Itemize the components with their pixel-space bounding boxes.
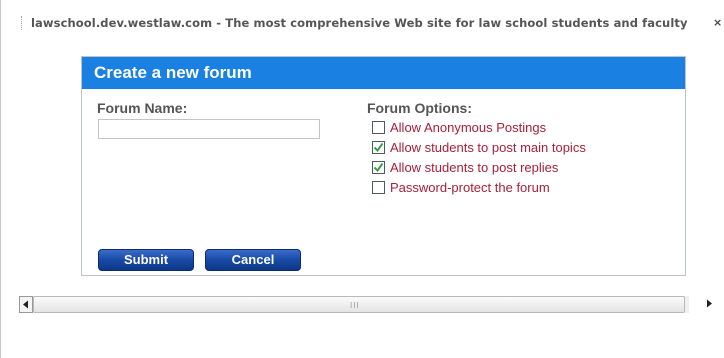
cancel-button[interactable]: Cancel bbox=[205, 249, 301, 271]
option-label: Allow Anonymous Postings bbox=[390, 120, 547, 135]
checkbox-allow-students-post-replies[interactable] bbox=[372, 161, 385, 174]
option-label: Password-protect the forum bbox=[390, 180, 550, 195]
option-label: Allow students to post replies bbox=[390, 160, 559, 175]
scroll-left-button[interactable] bbox=[19, 296, 33, 313]
panel-title: Create a new forum bbox=[94, 63, 252, 82]
checkbox-allow-anonymous-postings[interactable] bbox=[372, 121, 385, 134]
browser-window: lawschool.dev.westlaw.com - The most com… bbox=[0, 0, 724, 358]
checkbox-password-protect-forum[interactable] bbox=[372, 181, 385, 194]
scroll-thumb-grip: III bbox=[350, 301, 360, 310]
scroll-right-button[interactable] bbox=[703, 296, 717, 313]
chevron-right-icon bbox=[707, 299, 712, 308]
checkmark-icon bbox=[373, 162, 384, 172]
horizontal-scrollbar[interactable]: III bbox=[19, 296, 724, 313]
chevron-left-icon bbox=[23, 300, 28, 309]
forum-options-label: Forum Options: bbox=[367, 100, 472, 116]
close-icon[interactable]: × bbox=[713, 16, 722, 29]
panel-header: Create a new forum bbox=[82, 57, 685, 89]
forum-name-input[interactable] bbox=[98, 119, 320, 139]
title-grip bbox=[21, 16, 22, 30]
create-forum-panel: Create a new forum Forum Name: Forum Opt… bbox=[81, 56, 686, 276]
checkbox-allow-students-post-main-topics[interactable] bbox=[372, 141, 385, 154]
title-bar: lawschool.dev.westlaw.com - The most com… bbox=[1, 0, 724, 40]
option-label: Allow students to post main topics bbox=[390, 140, 586, 155]
window-title: lawschool.dev.westlaw.com - The most com… bbox=[31, 16, 688, 30]
forum-name-label: Forum Name: bbox=[97, 100, 188, 116]
submit-button[interactable]: Submit bbox=[98, 249, 194, 271]
scroll-thumb[interactable]: III bbox=[33, 296, 685, 313]
checkmark-icon bbox=[373, 142, 384, 152]
